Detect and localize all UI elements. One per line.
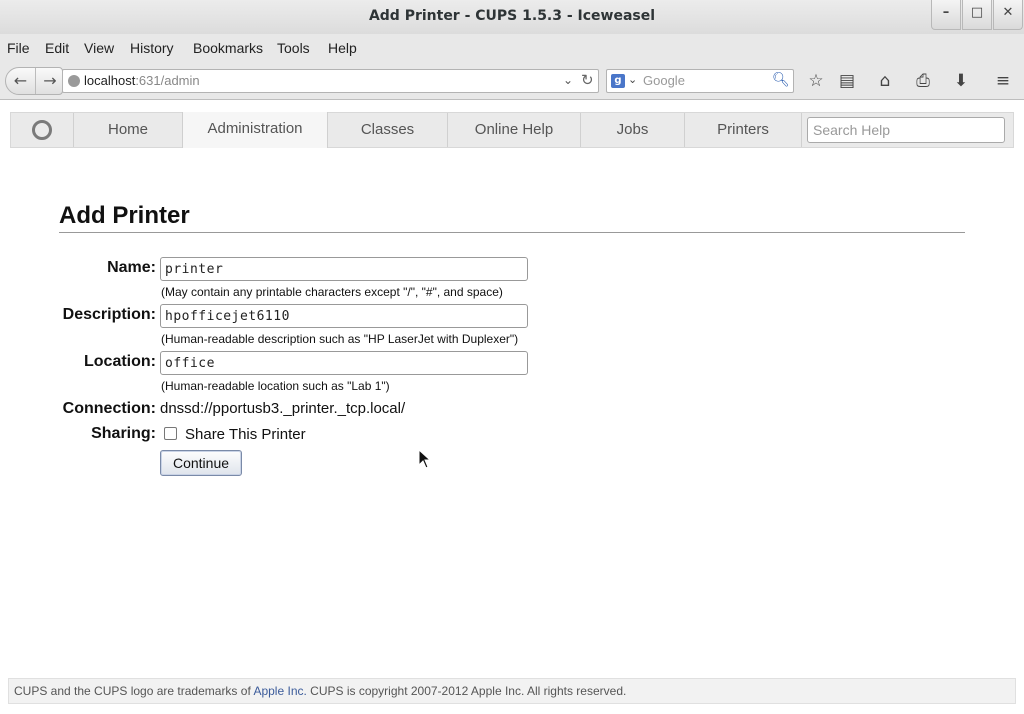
web-search-bar[interactable]: g ⌄ Google 🔍︎	[606, 69, 794, 93]
bookmarks-list-icon[interactable]: ▤	[836, 71, 858, 91]
search-engine-icon[interactable]: g	[611, 74, 625, 88]
location-hint: (Human-readable location such as "Lab 1"…	[161, 379, 390, 393]
apple-link[interactable]: Apple Inc.	[253, 684, 306, 698]
cups-logo-icon	[32, 120, 52, 140]
menu-help[interactable]: Help	[328, 40, 357, 56]
site-identity-icon[interactable]	[68, 75, 80, 87]
name-hint: (May contain any printable characters ex…	[161, 285, 503, 299]
description-label: Description:	[62, 306, 156, 323]
reload-icon[interactable]: ↻	[581, 71, 594, 89]
print-icon[interactable]: ⎙	[912, 71, 934, 91]
back-forward-group: ← →	[5, 67, 63, 95]
navigation-toolbar: ← → localhost:631/admin ⌄ ↻ g ⌄ Google 🔍…	[0, 62, 1024, 100]
menu-history[interactable]: History	[130, 40, 174, 56]
tab-classes[interactable]: Classes	[328, 113, 448, 147]
tab-jobs[interactable]: Jobs	[581, 113, 685, 147]
minimize-icon: –	[942, 5, 950, 20]
menu-bookmarks[interactable]: Bookmarks	[193, 40, 263, 56]
description-hint: (Human-readable description such as "HP …	[161, 332, 519, 346]
location-field[interactable]	[160, 351, 528, 375]
title-divider	[59, 232, 965, 233]
name-label: Name:	[107, 259, 156, 276]
close-button[interactable]: ✕	[993, 0, 1023, 30]
sharing-label: Sharing:	[91, 425, 156, 442]
help-search-field[interactable]	[807, 117, 1005, 143]
page-content: Home Administration Classes Online Help …	[0, 101, 1024, 714]
maximize-button[interactable]: □	[962, 0, 992, 30]
help-search-input[interactable]	[808, 118, 1004, 142]
menu-view[interactable]: View	[84, 40, 114, 56]
bookmark-star-icon[interactable]: ☆	[805, 71, 827, 91]
footer-text: CUPS and the CUPS logo are trademarks of	[14, 684, 254, 698]
url-text[interactable]: localhost:631/admin	[84, 73, 200, 88]
connection-value: dnssd://pportusb3._printer._tcp.local/	[160, 400, 406, 417]
continue-button[interactable]: Continue	[160, 450, 242, 476]
menu-edit[interactable]: Edit	[45, 40, 69, 56]
url-dropdown-icon[interactable]: ⌄	[563, 73, 573, 87]
share-printer-option[interactable]: Share This Printer	[164, 426, 306, 443]
close-icon: ✕	[1002, 5, 1014, 20]
menu-hamburger-icon[interactable]: ≡	[992, 71, 1014, 91]
home-icon[interactable]: ⌂	[874, 71, 896, 91]
name-input[interactable]	[161, 258, 527, 281]
menubar: File Edit View History Bookmarks Tools H…	[0, 34, 1024, 62]
description-input[interactable]	[161, 305, 527, 328]
share-printer-label[interactable]: Share This Printer	[185, 426, 306, 443]
window-title: Add Printer - CUPS 1.5.3 - Iceweasel	[368, 8, 656, 24]
footer-copyright: CUPS is copyright 2007-2012 Apple Inc. A…	[306, 684, 627, 698]
cups-tab-bar: Home Administration Classes Online Help …	[10, 112, 1014, 148]
back-arrow-icon: ←	[13, 71, 28, 90]
cups-logo[interactable]	[11, 113, 74, 147]
engine-dropdown-icon[interactable]: ⌄	[628, 73, 637, 86]
share-printer-checkbox[interactable]	[164, 427, 177, 440]
search-icon[interactable]: 🔍︎	[772, 72, 790, 88]
web-search-placeholder: Google	[643, 73, 685, 88]
location-input[interactable]	[161, 352, 527, 375]
page-footer: CUPS and the CUPS logo are trademarks of…	[8, 678, 1016, 704]
window-titlebar: Add Printer - CUPS 1.5.3 - Iceweasel – □…	[0, 0, 1024, 34]
page-title: Add Printer	[59, 202, 190, 229]
minimize-button[interactable]: –	[931, 0, 961, 30]
tab-home[interactable]: Home	[74, 113, 183, 147]
location-label: Location:	[84, 353, 156, 370]
name-field[interactable]	[160, 257, 528, 281]
connection-label: Connection:	[62, 400, 156, 417]
url-bar[interactable]: localhost:631/admin ⌄ ↻	[62, 69, 599, 93]
menu-tools[interactable]: Tools	[277, 40, 310, 56]
forward-arrow-icon: →	[43, 71, 57, 90]
back-button[interactable]: ←	[6, 68, 36, 94]
tab-printers[interactable]: Printers	[685, 113, 802, 147]
forward-button[interactable]: →	[37, 68, 63, 94]
maximize-icon: □	[970, 5, 984, 20]
menu-file[interactable]: File	[7, 40, 30, 56]
tab-online-help[interactable]: Online Help	[448, 113, 581, 147]
tab-administration[interactable]: Administration	[182, 112, 328, 148]
downloads-icon[interactable]: ⬇	[950, 71, 972, 91]
description-field[interactable]	[160, 304, 528, 328]
